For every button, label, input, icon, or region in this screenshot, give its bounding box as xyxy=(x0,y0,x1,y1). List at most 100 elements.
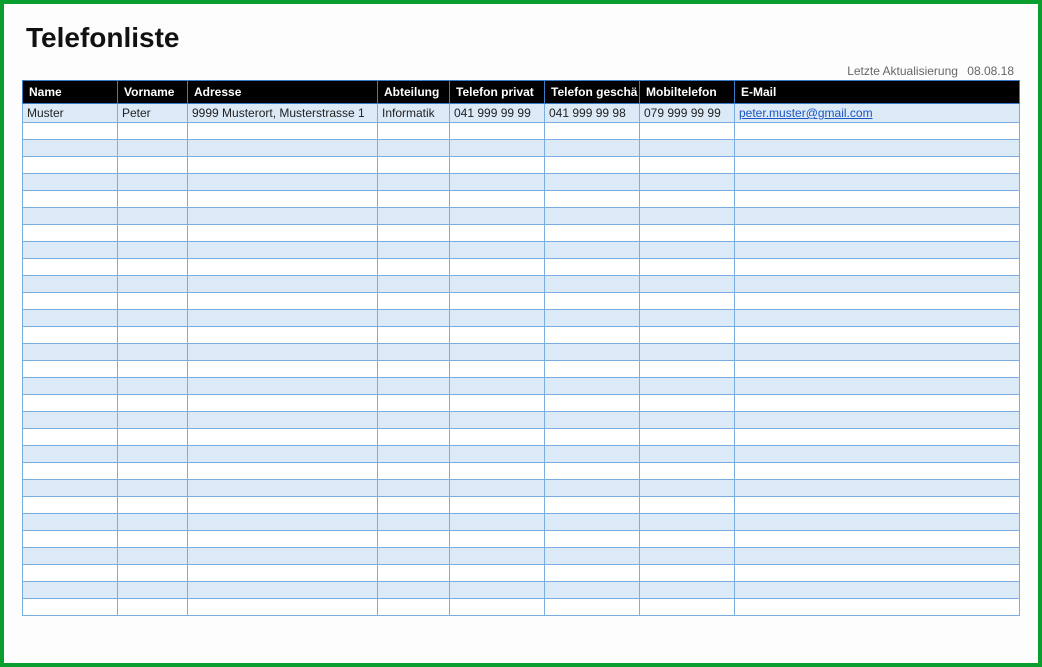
empty-cell xyxy=(545,310,640,327)
cell-email: peter.muster@gmail.com xyxy=(735,104,1020,123)
empty-cell xyxy=(450,582,545,599)
empty-cell xyxy=(188,599,378,616)
empty-cell xyxy=(735,463,1020,480)
empty-cell xyxy=(640,531,735,548)
table-row xyxy=(23,565,1020,582)
empty-cell xyxy=(23,276,118,293)
empty-cell xyxy=(545,208,640,225)
empty-cell xyxy=(640,157,735,174)
empty-cell xyxy=(378,446,450,463)
table-row xyxy=(23,463,1020,480)
empty-cell xyxy=(640,242,735,259)
empty-cell xyxy=(450,310,545,327)
table-row xyxy=(23,548,1020,565)
empty-cell xyxy=(378,395,450,412)
empty-cell xyxy=(23,242,118,259)
empty-cell xyxy=(23,446,118,463)
empty-cell xyxy=(640,599,735,616)
empty-cell xyxy=(735,174,1020,191)
empty-cell xyxy=(118,140,188,157)
empty-cell xyxy=(545,531,640,548)
empty-cell xyxy=(188,412,378,429)
empty-cell xyxy=(188,395,378,412)
empty-cell xyxy=(545,157,640,174)
cell-tel-geschaeft: 041 999 99 98 xyxy=(545,104,640,123)
empty-cell xyxy=(545,293,640,310)
empty-cell xyxy=(735,446,1020,463)
empty-cell xyxy=(118,429,188,446)
empty-cell xyxy=(450,242,545,259)
email-link[interactable]: peter.muster@gmail.com xyxy=(739,106,873,120)
cell-adresse: 9999 Musterort, Musterstrasse 1 xyxy=(188,104,378,123)
empty-cell xyxy=(640,480,735,497)
empty-cell xyxy=(378,293,450,310)
empty-cell xyxy=(378,242,450,259)
empty-cell xyxy=(188,531,378,548)
empty-cell xyxy=(735,599,1020,616)
empty-cell xyxy=(735,361,1020,378)
empty-cell xyxy=(640,208,735,225)
cell-tel-privat: 041 999 99 99 xyxy=(450,104,545,123)
table-row xyxy=(23,157,1020,174)
table-row xyxy=(23,429,1020,446)
empty-cell xyxy=(545,259,640,276)
empty-cell xyxy=(118,157,188,174)
empty-cell xyxy=(188,140,378,157)
empty-cell xyxy=(188,293,378,310)
col-header-mobiltelefon: Mobiltelefon xyxy=(640,81,735,104)
empty-cell xyxy=(188,225,378,242)
empty-cell xyxy=(545,565,640,582)
empty-cell xyxy=(23,412,118,429)
empty-cell xyxy=(378,123,450,140)
empty-cell xyxy=(450,327,545,344)
table-row xyxy=(23,174,1020,191)
empty-cell xyxy=(188,565,378,582)
empty-cell xyxy=(188,480,378,497)
table-row xyxy=(23,582,1020,599)
empty-cell xyxy=(735,514,1020,531)
table-row xyxy=(23,242,1020,259)
cell-vorname: Peter xyxy=(118,104,188,123)
empty-cell xyxy=(545,327,640,344)
empty-cell xyxy=(545,463,640,480)
empty-cell xyxy=(545,242,640,259)
last-update-date: 08.08.18 xyxy=(967,64,1014,78)
empty-cell xyxy=(450,565,545,582)
empty-cell xyxy=(545,140,640,157)
empty-cell xyxy=(118,531,188,548)
table-row xyxy=(23,497,1020,514)
empty-cell xyxy=(378,174,450,191)
empty-cell xyxy=(640,548,735,565)
empty-cell xyxy=(735,140,1020,157)
empty-cell xyxy=(23,463,118,480)
empty-cell xyxy=(735,259,1020,276)
table-row xyxy=(23,361,1020,378)
empty-cell xyxy=(118,293,188,310)
table-row xyxy=(23,123,1020,140)
empty-cell xyxy=(23,548,118,565)
empty-cell xyxy=(23,174,118,191)
empty-cell xyxy=(640,412,735,429)
empty-cell xyxy=(378,429,450,446)
empty-cell xyxy=(118,174,188,191)
empty-cell xyxy=(735,565,1020,582)
empty-cell xyxy=(378,327,450,344)
empty-cell xyxy=(450,344,545,361)
table-row xyxy=(23,259,1020,276)
empty-cell xyxy=(188,378,378,395)
empty-cell xyxy=(23,361,118,378)
empty-cell xyxy=(23,225,118,242)
table-row xyxy=(23,208,1020,225)
col-header-tel-privat: Telefon privat xyxy=(450,81,545,104)
empty-cell xyxy=(450,140,545,157)
table-header-row: Name Vorname Adresse Abteilung Telefon p… xyxy=(23,81,1020,104)
empty-cell xyxy=(118,191,188,208)
empty-cell xyxy=(118,480,188,497)
empty-cell xyxy=(188,429,378,446)
empty-cell xyxy=(378,531,450,548)
empty-cell xyxy=(735,378,1020,395)
empty-cell xyxy=(118,378,188,395)
empty-cell xyxy=(450,123,545,140)
empty-cell xyxy=(735,208,1020,225)
empty-cell xyxy=(640,191,735,208)
